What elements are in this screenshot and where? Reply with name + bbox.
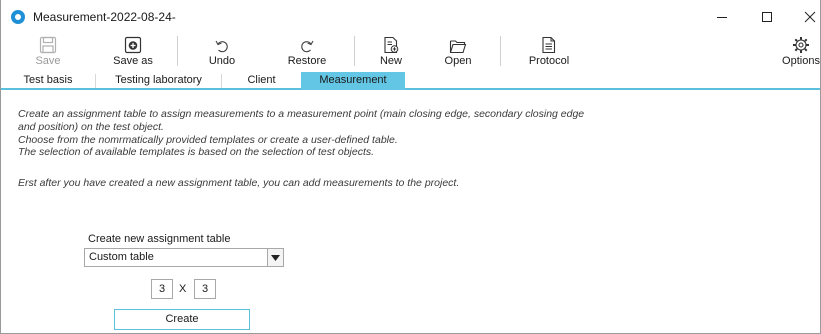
save-as-button[interactable]: Save as bbox=[111, 34, 155, 70]
maximize-button[interactable] bbox=[745, 4, 789, 30]
new-document-icon bbox=[384, 36, 399, 54]
options-button[interactable]: Options bbox=[782, 34, 820, 70]
save-as-icon bbox=[124, 36, 142, 54]
options-label: Options bbox=[782, 55, 820, 67]
open-label: Open bbox=[444, 55, 472, 67]
description-text: Create an assignment table to assign mea… bbox=[18, 108, 584, 159]
tab-measurement[interactable]: Measurement bbox=[301, 72, 405, 90]
save-as-label: Save as bbox=[113, 55, 153, 67]
close-button[interactable] bbox=[788, 4, 821, 30]
redo-icon bbox=[301, 40, 314, 53]
protocol-label: Protocol bbox=[528, 55, 570, 67]
toolbar-separator bbox=[354, 36, 355, 66]
columns-input[interactable]: 3 bbox=[194, 279, 216, 299]
dropdown-arrow-icon[interactable] bbox=[267, 249, 283, 266]
new-label: New bbox=[379, 55, 402, 67]
title-bar: Measurement-2022-08-24- bbox=[1, 0, 820, 34]
toolbar-separator bbox=[177, 36, 178, 66]
create-button[interactable]: Create bbox=[114, 309, 250, 330]
new-button[interactable]: New bbox=[376, 34, 406, 70]
app-window: Measurement-2022-08-24- Save Save as Und… bbox=[0, 0, 821, 334]
save-icon bbox=[39, 36, 57, 54]
minimize-icon bbox=[717, 17, 727, 18]
restore-label: Restore bbox=[287, 55, 327, 67]
description-line: Choose from the nomrmatically provided t… bbox=[18, 133, 398, 146]
rows-input[interactable]: 3 bbox=[151, 279, 173, 299]
description-line: and position) on the test object. bbox=[18, 120, 164, 133]
protocol-document-icon bbox=[542, 36, 556, 54]
open-folder-icon bbox=[449, 40, 467, 54]
toolbar-separator bbox=[500, 36, 501, 66]
gear-icon bbox=[793, 37, 809, 53]
assignment-table-label: Create new assignment table bbox=[88, 233, 231, 245]
maximize-icon bbox=[762, 12, 772, 22]
undo-button[interactable]: Undo bbox=[205, 34, 239, 70]
tab-bar: Test basis Testing laboratory Client Mea… bbox=[1, 72, 820, 90]
tab-test-basis[interactable]: Test basis bbox=[1, 72, 95, 90]
open-button[interactable]: Open bbox=[441, 34, 475, 70]
restore-button[interactable]: Restore bbox=[285, 34, 329, 70]
app-logo-icon bbox=[11, 10, 25, 24]
description-line: Create an assignment table to assign mea… bbox=[18, 108, 585, 120]
template-select[interactable]: Custom table bbox=[84, 248, 284, 267]
description-line: The selection of available templates is … bbox=[18, 146, 375, 159]
undo-icon bbox=[215, 40, 228, 53]
template-select-value: Custom table bbox=[89, 251, 154, 263]
close-icon bbox=[804, 11, 816, 23]
undo-label: Undo bbox=[208, 55, 236, 67]
minimize-button[interactable] bbox=[700, 4, 744, 30]
note-text: Erst after you have created a new assign… bbox=[18, 177, 460, 189]
tab-client[interactable]: Client bbox=[222, 72, 301, 90]
toolbar: Save Save as Undo Restore New Open Proto… bbox=[1, 34, 820, 70]
save-button[interactable]: Save bbox=[31, 34, 65, 70]
save-label: Save bbox=[35, 55, 61, 67]
window-title: Measurement-2022-08-24- bbox=[33, 10, 176, 24]
dimension-separator: X bbox=[179, 283, 187, 295]
tab-testing-laboratory[interactable]: Testing laboratory bbox=[96, 72, 221, 90]
protocol-button[interactable]: Protocol bbox=[525, 34, 573, 70]
